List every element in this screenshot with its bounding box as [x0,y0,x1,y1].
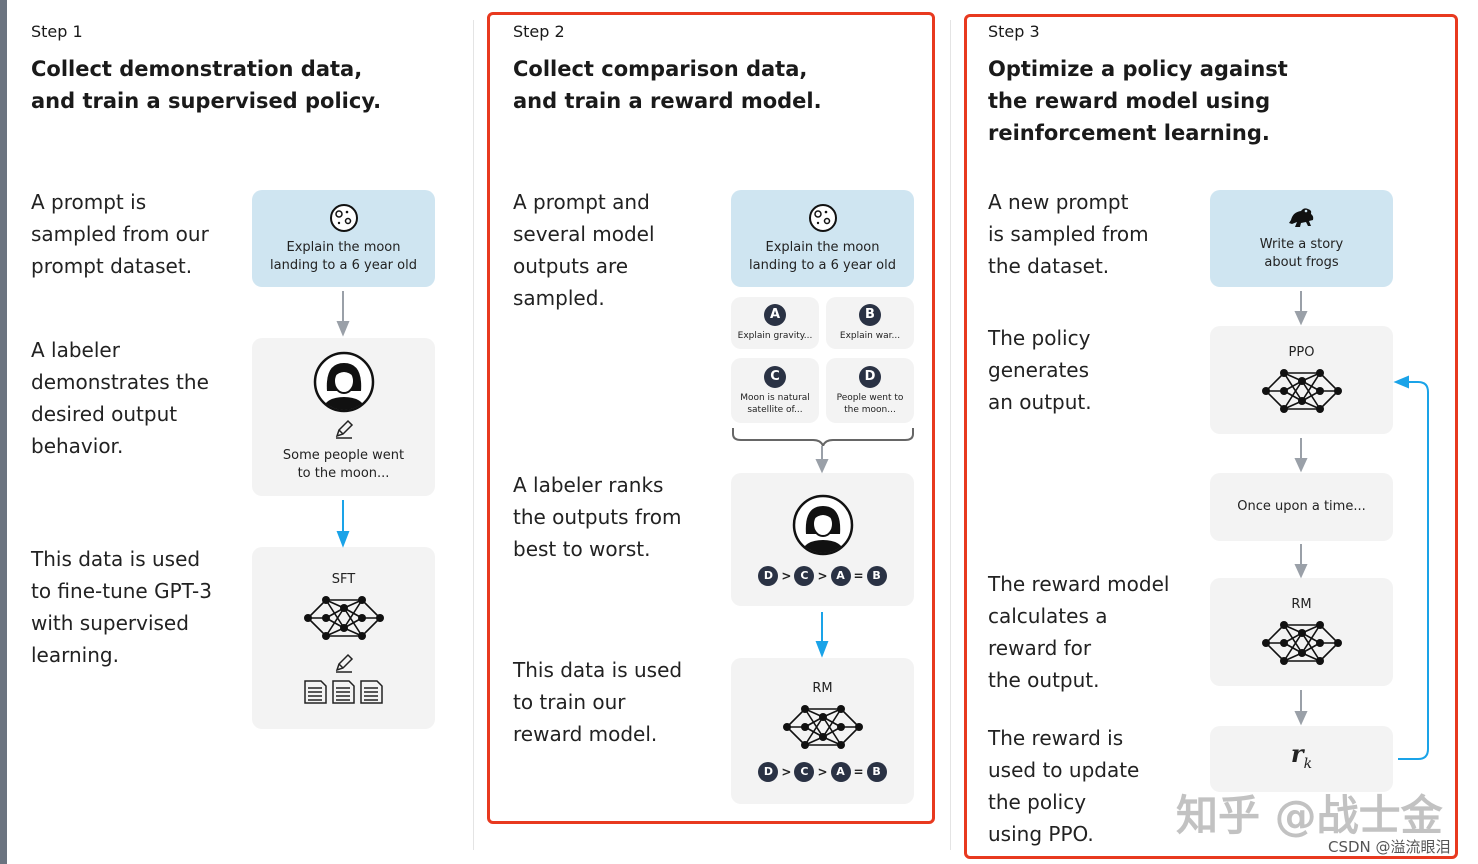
step2-label: Step 2 [513,22,565,41]
step1-title: Collect demonstration data, and train a s… [31,57,382,113]
labeler-box: Some people went to the moon... [252,338,435,496]
rank-badge-C: C [794,762,815,782]
output-A: A Explain gravity... [731,297,819,349]
step2-desc-sample: A prompt and several model outputs are samp… [513,190,655,310]
step1-desc-labeler: A labeler demonstrates the desired output b… [31,338,209,458]
frog-icon [1287,206,1317,230]
rank-badge-B: B [866,565,887,586]
sft-model-box: SFT [252,547,435,729]
labeler-avatar-icon [792,494,854,556]
ppo-policy-box: PPO [1210,326,1393,434]
watermark: 知乎 @战士金 [1176,791,1443,840]
step3-label: Step 3 [988,22,1040,41]
rank-badge-D: D [758,565,779,586]
divider [473,20,474,850]
neural-network-icon [782,702,863,752]
step3-desc-policy: The policy generates an output. [988,326,1092,414]
ranking: D > C > A = B [758,762,887,782]
pencil-icon [334,419,354,439]
divider [950,20,951,850]
prompt-box: Explain the moon landing to a 6 year old [252,190,435,287]
rank-badge-C: C [794,565,815,586]
rank-badge-A: A [830,762,851,782]
step2-desc-rank: A labeler ranks the outputs from best to w… [513,473,682,561]
step3-desc-reward: The reward model calculates a reward for th… [988,572,1170,692]
rank-badge-B: B [866,762,887,782]
neural-network-icon [303,593,384,643]
labeler-avatar-icon [313,351,375,413]
rm-label: RM [1291,597,1312,612]
rm-model-box: RM D > C > A = B [731,658,914,804]
moon-icon [808,203,838,233]
output-D: D People went to the moon... [826,358,914,423]
prompt-box: Write a story about frogs [1210,190,1393,287]
output-B: B Explain war... [826,297,914,349]
ranking: D > C > A = B [758,565,887,586]
rank-operator: > [781,765,792,779]
step3-desc-prompt: A new prompt is sampled from the dataset. [988,190,1149,278]
step3-title: Optimize a policy against the reward mode… [988,57,1288,145]
rm-label: RM [812,681,833,696]
bracket [732,428,914,446]
pencil-icon [334,653,354,673]
step3-desc-update: The reward is used to update the policy usi… [988,726,1140,846]
step1-label: Step 1 [31,22,83,41]
output-C: C Moon is natural satellite of... [731,358,819,423]
rank-operator: = [853,568,864,583]
step2-desc-train: This data is used to train our reward mode… [513,658,683,746]
rank-operator: > [817,568,828,583]
neural-network-icon [1261,618,1342,668]
sft-label: SFT [331,572,356,587]
documents-icon [303,679,385,705]
rank-operator: > [817,765,828,779]
rank-operator: = [853,765,864,779]
left-edge-strip [0,0,7,864]
moon-icon [329,203,359,233]
rm-model-box: RM [1210,578,1393,686]
prompt-box: Explain the moon landing to a 6 year old [731,190,914,287]
step1-desc-prompt: A prompt is sampled from our prompt datase… [31,190,209,278]
step1-desc-finetune: This data is used to fine-tune GPT-3 with … [31,547,212,667]
ranking-box: D > C > A = B [731,473,914,606]
neural-network-icon [1261,366,1342,416]
output-box: Once upon a time... [1210,473,1393,541]
csdn-credit: CSDN @溢流眼泪 [1328,838,1451,856]
step2-title: Collect comparison data, and train a rewa… [513,57,822,113]
rank-badge-D: D [758,762,779,782]
rank-operator: > [781,568,792,583]
reward-value: rk [1290,739,1313,772]
ppo-label: PPO [1288,345,1315,360]
rank-badge-A: A [830,565,851,586]
